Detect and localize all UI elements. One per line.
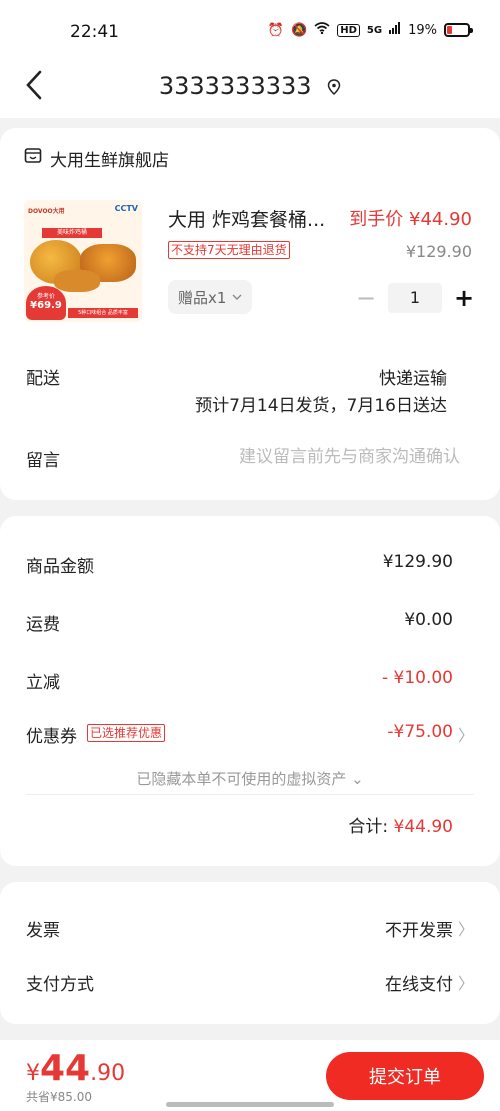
product-image-bottom-text: 5种口味组合 品质丰富 [68, 308, 138, 318]
shop-header[interactable]: 大用生鲜旗舰店 [24, 146, 169, 171]
reference-price-tag: 参考价 ¥69.9 [26, 286, 66, 320]
hidden-assets-toggle[interactable]: 已隐藏本单不可使用的虚拟资产 ⌄ [0, 768, 500, 789]
coupon-value[interactable]: -¥75.00 [387, 722, 453, 742]
chevron-right-icon[interactable]: 〉 [458, 722, 474, 746]
mute-icon: 🔕 [291, 22, 308, 38]
discount-value: - ¥10.00 [381, 668, 453, 688]
goods-amount-value: ¥129.90 [382, 552, 453, 572]
wifi-icon [314, 22, 330, 38]
price-decimal: .90 [90, 1061, 126, 1086]
message-input[interactable] [160, 444, 460, 470]
reference-price-label: 参考价 [36, 293, 55, 300]
goods-amount-label: 商品金额 [26, 557, 94, 577]
checkout-bar: ¥44.90 共省¥85.00 提交订单 [0, 1040, 500, 1111]
status-bar: 22:41 ⏰ 🔕 HD 5G 19% [0, 0, 500, 62]
bottom-price: ¥44.90 [26, 1048, 125, 1089]
message-label: 留言 [26, 451, 60, 471]
divider [26, 794, 474, 795]
order-total: 合计: ¥44.90 [348, 812, 453, 837]
gift-label: 赠品x1 [178, 288, 227, 307]
shipping-method: 快递运输 [379, 369, 447, 389]
increase-button[interactable]: + [454, 284, 474, 312]
invoice-label[interactable]: 发票 [26, 916, 60, 941]
battery-icon [444, 23, 473, 37]
quantity-stepper: − 1 + [356, 283, 474, 313]
coupon-tag: 已选推荐优惠 [87, 724, 166, 742]
signal-icon: 5G [366, 24, 383, 36]
no-return-badge: 不支持7天无理由退货 [168, 241, 290, 259]
product-image-cctv: CCTV [114, 204, 138, 213]
discount-label: 立减 [26, 673, 60, 693]
total-saved: 共省¥85.00 [26, 1090, 92, 1104]
home-indicator[interactable] [166, 1102, 334, 1107]
decrease-button[interactable]: − [356, 284, 376, 312]
nav-bar: 3333333333 [0, 62, 500, 118]
chevron-down-icon [232, 294, 242, 300]
battery-percent: 19% [408, 22, 437, 38]
address-title[interactable]: 3333333333 [0, 72, 500, 101]
final-price: 到手价 ¥44.90 [349, 209, 472, 230]
product-image-brand: DOVOO大用 [28, 208, 65, 215]
freight-value: ¥0.00 [404, 610, 453, 630]
hd-icon: HD [337, 23, 360, 37]
price-integer: 44 [40, 1048, 91, 1089]
shop-icon [24, 147, 42, 170]
chevron-right-icon[interactable]: 〉 [458, 970, 474, 994]
payment-method-value[interactable]: 在线支付 [385, 970, 453, 995]
alarm-icon: ⏰ [267, 22, 285, 38]
freight-label: 运费 [26, 615, 60, 635]
shipping-label: 配送 [26, 369, 60, 389]
invoice-payment-card: 发票 不开发票 〉 支付方式 在线支付 〉 [0, 882, 500, 1024]
price-summary-card: 商品金额 ¥129.90 运费 ¥0.00 立减 - ¥10.00 优惠券 已选… [0, 516, 500, 866]
total-label: 合计: [348, 817, 389, 837]
coupon-label[interactable]: 优惠券 [26, 722, 77, 747]
location-pin-icon [327, 73, 341, 101]
address-phone: 3333333333 [158, 72, 312, 100]
status-icons: ⏰ 🔕 HD 5G 19% [267, 22, 473, 38]
status-time: 22:41 [70, 22, 119, 42]
total-value: ¥44.90 [393, 817, 453, 837]
chevron-right-icon[interactable]: 〉 [458, 916, 474, 940]
gift-selector[interactable]: 赠品x1 [168, 280, 253, 314]
delivery-estimate: 预计7月14日发货，7月16日送达 [195, 396, 447, 416]
original-price: ¥129.90 [405, 242, 472, 261]
product-image[interactable]: DOVOO大用 CCTV 美味炸鸡桶 5种口味组合 品质丰富 参考价 ¥69.9 [24, 200, 142, 322]
reference-price-value: ¥69.9 [30, 300, 62, 311]
payment-method-label[interactable]: 支付方式 [26, 970, 94, 995]
quantity-value[interactable]: 1 [388, 283, 442, 313]
signal-bars-icon [389, 22, 401, 38]
currency-symbol: ¥ [26, 1061, 40, 1086]
submit-order-button[interactable]: 提交订单 [326, 1052, 484, 1100]
product-title[interactable]: 大用 炸鸡套餐桶... [168, 205, 325, 232]
order-item-card: 大用生鲜旗舰店 DOVOO大用 CCTV 美味炸鸡桶 5种口味组合 品质丰富 参… [0, 128, 500, 500]
shop-name: 大用生鲜旗舰店 [50, 151, 169, 171]
invoice-value[interactable]: 不开发票 [385, 916, 453, 941]
product-image-ribbon: 美味炸鸡桶 [42, 228, 102, 238]
